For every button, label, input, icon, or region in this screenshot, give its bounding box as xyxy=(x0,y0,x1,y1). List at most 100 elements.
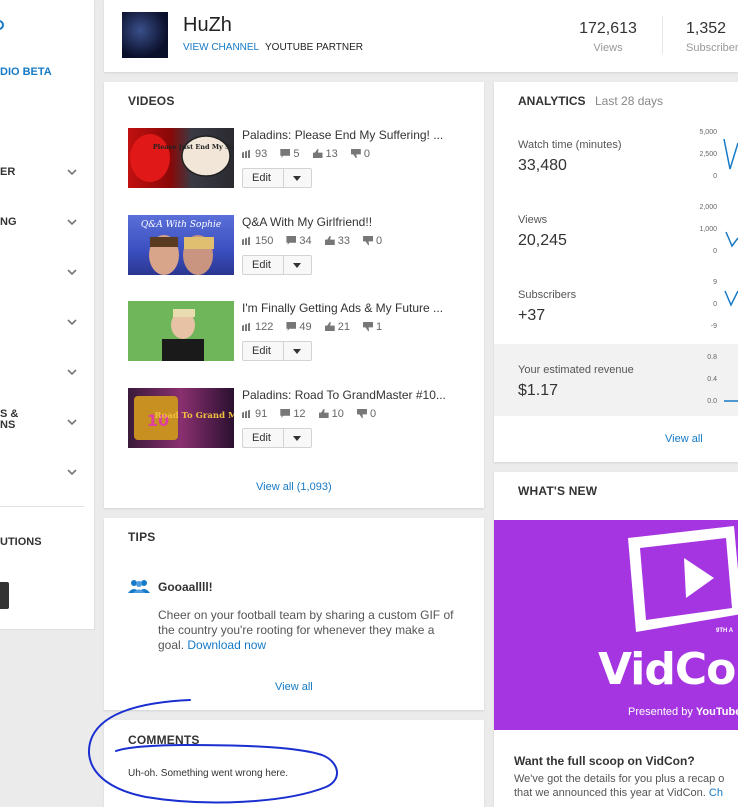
chevron-down-icon xyxy=(67,169,77,176)
thumbnail-art: 10 Road To Grand Master xyxy=(134,396,234,440)
sidebar-item-4[interactable] xyxy=(0,315,95,335)
partner-badge: YOUTUBE PARTNER xyxy=(265,42,363,53)
edit-separator xyxy=(283,169,284,187)
video-thumbnail[interactable]: Please Just End My Suffering xyxy=(128,128,234,188)
comment-icon xyxy=(280,409,291,418)
youtube-brand: YouTube xyxy=(695,706,738,718)
caret-down-icon[interactable] xyxy=(293,436,301,441)
tip-heading: Gooaallll! xyxy=(158,580,213,594)
axis-tick: 9 xyxy=(713,279,717,286)
metric-revenue[interactable]: Your estimated revenue $1.17 0.8 0.4 0.0 xyxy=(494,354,738,439)
analytics-view-all-link[interactable]: View all xyxy=(665,433,703,445)
sidebar-item-5[interactable] xyxy=(0,365,95,385)
analytics-card: ANALYTICS Last 28 days Watch time (minut… xyxy=(494,82,738,462)
comments-card: COMMENTS Uh-oh. Something went wrong her… xyxy=(104,720,484,807)
sidebar-contributions-link[interactable]: UTIONS xyxy=(0,536,42,548)
sidebar-item-3[interactable] xyxy=(0,265,95,285)
download-now-link[interactable]: Download now xyxy=(187,638,266,652)
video-views: 93 xyxy=(255,148,268,160)
stat-divider xyxy=(662,16,663,54)
channel-avatar[interactable] xyxy=(122,12,168,58)
video-stats: 122 49 21 1 xyxy=(242,321,392,333)
metric-views[interactable]: Views 20,245 2,000 1,000 0 xyxy=(494,204,738,289)
video-thumbnail[interactable]: 10 Road To Grand Master xyxy=(128,388,234,448)
caret-down-icon[interactable] xyxy=(293,263,301,268)
whats-new-card: WHAT'S NEW 9TH A VidCon Presented by You… xyxy=(494,472,738,807)
sidebar-divider xyxy=(0,506,84,507)
video-stats: 91 12 10 0 xyxy=(242,408,386,420)
axis-tick: 0.8 xyxy=(707,354,717,361)
video-title[interactable]: Paladins: Road To GrandMaster #10... xyxy=(242,388,446,402)
sidebar-item-2[interactable]: NG xyxy=(0,215,95,235)
edit-button[interactable]: Edit xyxy=(242,255,312,275)
tip-body: Cheer on your football team by sharing a… xyxy=(158,608,458,653)
metric-watch-time[interactable]: Watch time (minutes) 33,480 5,000 2,500 … xyxy=(494,129,738,214)
view-channel-link[interactable]: VIEW CHANNEL xyxy=(183,42,259,53)
comment-icon xyxy=(280,149,291,158)
axis-tick: 5,000 xyxy=(699,129,717,136)
axis-tick: 0 xyxy=(713,248,717,255)
sparkline xyxy=(724,400,738,402)
thumbs-down-icon xyxy=(356,409,367,418)
edit-separator xyxy=(283,342,284,360)
sidebar-item-6[interactable]: S & NS xyxy=(0,409,95,435)
video-dislikes: 0 xyxy=(369,408,377,420)
thumbs-down-icon xyxy=(350,149,361,158)
axis-tick: 0 xyxy=(713,301,717,308)
tips-view-all-link[interactable]: View all xyxy=(275,681,313,693)
views-count: 172,613 xyxy=(579,20,637,37)
sidebar-item-7[interactable] xyxy=(0,465,95,485)
metric-label: Your estimated revenue xyxy=(518,364,634,376)
video-comments: 34 xyxy=(299,235,312,247)
edit-button[interactable]: Edit xyxy=(242,168,312,188)
caret-down-icon[interactable] xyxy=(293,349,301,354)
metric-value: $1.17 xyxy=(518,382,559,399)
vidcon-banner[interactable]: 9TH A VidCon Presented by YouTube xyxy=(494,520,738,730)
chevron-down-icon xyxy=(67,419,77,426)
video-views: 91 xyxy=(255,408,268,420)
sidebar-dark-button[interactable] xyxy=(0,582,9,609)
people-icon xyxy=(128,580,150,593)
video-dislikes: 0 xyxy=(376,235,383,247)
video-dislikes: 0 xyxy=(363,148,370,160)
sidebar-item-1[interactable]: ER xyxy=(0,165,95,185)
chevron-down-icon xyxy=(67,469,77,476)
video-thumbnail[interactable]: Q&A With Sophie xyxy=(128,215,234,275)
whats-new-line1: We've got the details for you plus a rec… xyxy=(514,773,725,785)
video-item: 10 Road To Grand Master Paladins: Road T… xyxy=(128,388,468,454)
video-comments: 5 xyxy=(293,148,300,160)
videos-view-all-link[interactable]: View all (1,093) xyxy=(256,481,332,493)
video-stats: 93 5 13 0 xyxy=(242,148,380,160)
studio-beta-link[interactable]: DIO BETA xyxy=(0,66,52,78)
chevron-down-icon xyxy=(67,369,77,376)
edit-button[interactable]: Edit xyxy=(242,341,312,361)
whats-new-link[interactable]: Ch xyxy=(709,787,723,799)
sidebar-item-label: ER xyxy=(0,166,16,178)
video-likes: 33 xyxy=(337,235,350,247)
thumbnail-art: Please Just End My Suffering xyxy=(130,134,234,182)
caret-down-icon[interactable] xyxy=(293,176,301,181)
vidcon-logo-text: VidCon xyxy=(598,644,738,695)
video-title[interactable]: I'm Finally Getting Ads & My Future ... xyxy=(242,301,443,315)
studio-icon[interactable] xyxy=(0,20,4,30)
thumbs-up-icon xyxy=(324,322,335,331)
channel-name: HuZh xyxy=(183,14,232,36)
video-views: 150 xyxy=(255,235,274,247)
video-thumbnail[interactable] xyxy=(128,301,234,361)
video-item: I'm Finally Getting Ads & My Future ... … xyxy=(128,301,468,367)
chevron-down-icon xyxy=(67,219,77,226)
thumbs-up-icon xyxy=(312,149,323,158)
subscribers-label: Subscriber xyxy=(686,42,738,54)
presented-label: Presented by xyxy=(628,706,693,718)
tips-card: TIPS Gooaallll! Cheer on your football t… xyxy=(104,518,484,710)
metric-value: 33,480 xyxy=(518,157,567,174)
sparkline xyxy=(724,290,738,307)
views-bars-icon xyxy=(242,149,252,158)
vidcon-play-logo xyxy=(628,526,738,632)
thumbs-down-icon xyxy=(363,322,374,331)
video-title[interactable]: Paladins: Please End My Suffering! ... xyxy=(242,128,443,142)
edit-button[interactable]: Edit xyxy=(242,428,312,448)
video-title[interactable]: Q&A With My Girlfriend!! xyxy=(242,215,372,229)
views-label: Views xyxy=(593,42,623,54)
thumbnail-caption: Road To Grand Master xyxy=(155,411,234,421)
